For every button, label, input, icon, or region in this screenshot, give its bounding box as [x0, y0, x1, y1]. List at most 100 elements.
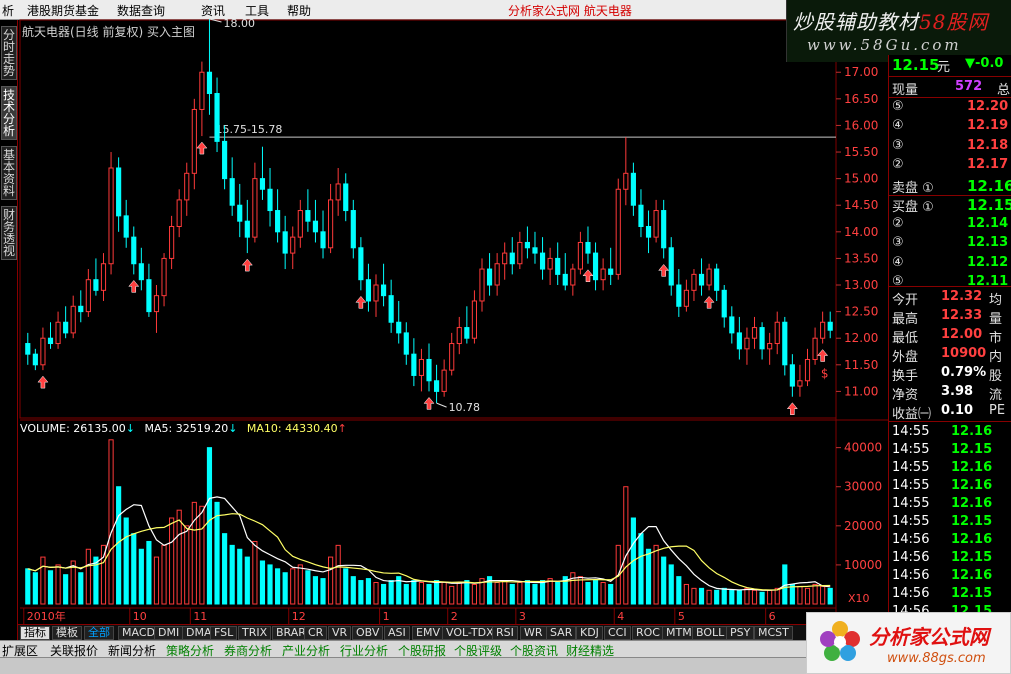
candle-body [820, 321, 826, 339]
volume-bar [365, 578, 372, 605]
candle-body [63, 321, 69, 334]
volume-tick-label: 40000 [844, 441, 882, 455]
candle-body [471, 300, 478, 339]
order-book-row: ④ 12.12 [889, 254, 1011, 272]
indicator-tab-[interactable]: 指标 [20, 626, 50, 640]
signal-mark: $ [821, 367, 829, 381]
volume-bar [320, 578, 326, 605]
indicator-tab-[interactable]: 模板 [52, 626, 82, 640]
volume-bar [169, 517, 175, 605]
panel-separator [889, 286, 1011, 287]
candle-body [85, 279, 91, 313]
buy-arrow-icon [658, 264, 670, 277]
candle-body [517, 241, 523, 265]
candle-body [759, 327, 765, 350]
tick-time: 14:56 [892, 586, 930, 601]
stat-row: 最低 12.00 市 [889, 326, 1011, 346]
candle-body [161, 257, 167, 297]
volume-bar [153, 556, 160, 605]
buy-arrow-icon [582, 269, 594, 282]
candle-body [691, 273, 697, 291]
candle-body [40, 337, 46, 366]
logo58-text-b: 58股网 [919, 10, 989, 34]
candle-body [744, 337, 750, 350]
volume-bar [343, 568, 349, 605]
price-tick-label: 16.50 [844, 92, 878, 106]
indicator-tab-mtm[interactable]: MTM [662, 626, 696, 640]
indicator-tab-rsi[interactable]: RSI [492, 626, 518, 640]
order-book-price: 572 [955, 79, 983, 94]
indicator-tab-voltdx[interactable]: VOL-TDX [442, 626, 498, 640]
candle-body [676, 284, 682, 307]
indicator-tab-cci[interactable]: CCI [604, 626, 631, 640]
volume-bar [547, 578, 553, 605]
indicator-tab-cr[interactable]: CR [304, 626, 328, 640]
indicator-tab-vr[interactable]: VR [328, 626, 352, 640]
indicator-tab-obv[interactable]: OBV [352, 626, 384, 640]
stat-row: 换手 0.79% 股 [889, 364, 1011, 384]
volume-bar [380, 583, 387, 605]
volume-bar [388, 580, 394, 605]
candle-body [804, 358, 811, 382]
indicator-tab-boll[interactable]: BOLL [692, 626, 729, 640]
volume-bar [63, 574, 69, 605]
candle-body [282, 231, 288, 254]
indicator-tab-roc[interactable]: ROC [632, 626, 664, 640]
volume-bar [146, 540, 152, 605]
indicator-tab-psy[interactable]: PSY [726, 626, 755, 640]
volume-bar [116, 486, 122, 605]
buy-arrow-icon [37, 375, 49, 389]
volume-bar [78, 572, 84, 605]
candle-body [486, 268, 493, 286]
volume-bar [517, 582, 523, 605]
volume-bar [539, 580, 546, 605]
price-change: ▼-0.0 [965, 56, 1004, 71]
candle-body [683, 289, 689, 307]
volume-bar [774, 587, 780, 605]
indicator-tab-bar: 指标 模板 全部 MACD DMI DMA FSL TRIX BRAR CR VR OBV ASI EMV… [18, 624, 888, 640]
indicator-tab-trix[interactable]: TRIX [238, 626, 272, 640]
indicator-tab-emv[interactable]: EMV [412, 626, 444, 640]
indicator-tab-asi[interactable]: ASI [384, 626, 410, 640]
volume-bar [592, 580, 599, 605]
logo58-url: www.58Gu.com [807, 36, 962, 54]
candle-body [464, 327, 470, 339]
indicator-tab-wr[interactable]: WR [520, 626, 547, 640]
volume-bar [441, 582, 447, 605]
volume-bar [645, 548, 652, 605]
volume-bar [123, 517, 129, 605]
price-tick-label: 15.00 [844, 172, 878, 186]
chart-canvas: 17.5017.0016.5016.0015.5015.0014.5014.00… [19, 17, 888, 624]
volume-bar [623, 486, 629, 605]
volume-bar [305, 570, 311, 605]
indicator-tab-sar[interactable]: SAR [546, 626, 577, 640]
indicator-tab-fsl[interactable]: FSL [210, 626, 238, 640]
order-book-price: 12.17 [967, 157, 1009, 172]
indicator-tab-[interactable]: 全部 [84, 626, 114, 640]
candle-body [244, 220, 250, 238]
indicator-tab-macd[interactable]: MACD [118, 626, 159, 640]
volume-bar [532, 583, 538, 605]
tick-time: 14:55 [892, 424, 930, 439]
volume-bar [471, 583, 478, 605]
stat-row: 最高 12.33 量 [889, 307, 1011, 327]
indicator-tab-dmi[interactable]: DMI [154, 626, 184, 640]
indicator-tab-kdj[interactable]: KDJ [576, 626, 603, 640]
volume-bar [267, 564, 273, 605]
price-tick-label: 14.50 [844, 198, 878, 212]
candle-body [343, 183, 349, 212]
candle-body [774, 321, 780, 345]
stat-extra: 股 [989, 369, 1003, 384]
price-unit: 元 [937, 60, 951, 75]
x-tick-label: 2 [451, 610, 458, 623]
flower-logo-icon [820, 621, 860, 661]
buy-arrow-icon [128, 279, 140, 293]
candle-body [706, 268, 712, 286]
candle-body [290, 236, 296, 254]
volume-bar [328, 556, 334, 605]
buy-arrow-icon [817, 349, 829, 362]
volume-bar [252, 540, 258, 605]
candle-body [524, 241, 530, 249]
indicator-tab-mcst[interactable]: MCST [754, 626, 793, 640]
price-tick-label: 12.00 [844, 331, 878, 345]
